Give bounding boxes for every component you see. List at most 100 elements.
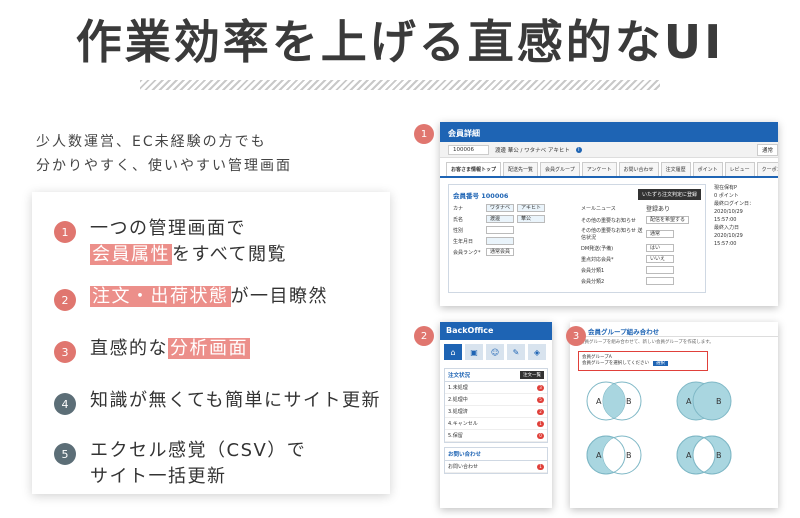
users-icon[interactable]: ☺ — [486, 344, 504, 360]
tab-group[interactable]: 会員グループ — [540, 162, 580, 176]
count-badge: 2 — [537, 408, 544, 415]
panel-title: お問い合わせ — [448, 452, 482, 458]
list-item[interactable]: 5.保留 0 — [445, 430, 547, 442]
select-button[interactable]: 選択 — [652, 361, 668, 366]
list-item[interactable]: 3.処理済 2 — [445, 406, 547, 418]
screen-title: 会員グループ組み合わせ — [570, 322, 778, 337]
feature-text: サイト一括更新 — [90, 466, 227, 487]
venn-label-b: B — [716, 451, 722, 460]
gender-select[interactable] — [486, 226, 514, 234]
tab-coupons[interactable]: クーポン — [756, 162, 778, 176]
dm-select[interactable]: はい — [646, 244, 674, 252]
group-select[interactable]: 会員グループを選択してください — [582, 361, 649, 366]
member-side-info: 現在保有P 0 ポイント 最終ログイン日： 2020/10/29 15:57:0… — [714, 184, 770, 293]
count-badge: 1 — [537, 420, 544, 427]
kana-last-input[interactable]: ワタナベ — [486, 204, 515, 212]
venn-difference-option[interactable]: A B — [580, 431, 648, 479]
box-icon[interactable]: ◈ — [528, 344, 546, 360]
side-text: 0 ポイント — [714, 193, 739, 199]
page-title: 作業効率を上げる直感的なUI — [75, 15, 725, 69]
fraud-register-button[interactable]: いたずら注文判定に登録 — [637, 189, 701, 200]
kana-first-input[interactable]: アキヒト — [517, 204, 546, 212]
tab-orders[interactable]: 注文履歴 — [660, 162, 691, 176]
intro-line: 分かりやすく、使いやすい管理画面 — [36, 158, 292, 174]
count-badge: 1 — [537, 463, 544, 470]
tab-reviews[interactable]: レビュー — [724, 162, 755, 176]
side-text: 2020/10/29 — [714, 209, 743, 215]
feature-item-3: 3 直感的な 分析画面 — [54, 336, 250, 363]
venn-label-a: A — [596, 451, 602, 460]
list-item[interactable]: お問い合わせ 1 — [445, 461, 547, 473]
venn-label-a: A — [686, 451, 692, 460]
list-item[interactable]: 1.未処理 3 — [445, 382, 547, 394]
order-status-panel: 注文状況 注文一覧 1.未処理 3 2.処理中 5 3.処理済 2 4.キャンセル 1 … — [444, 368, 548, 443]
intro-text: 少人数運営、EC未経験の方でも 分かりやすく、使いやすい管理画面 — [36, 130, 292, 178]
rank-select[interactable]: 通常会員 — [486, 248, 515, 256]
member-form: 会員番号 100006 いたずら注文判定に登録 カナ ワタナベ アキヒト 氏名 渡邊華… — [448, 184, 706, 293]
birthdate-input[interactable] — [486, 237, 514, 245]
field-label: 性別 — [453, 227, 464, 234]
venn-label-a: A — [596, 397, 602, 406]
feature-text: 一つの管理画面で — [90, 218, 246, 239]
screenshot-badge: 1 — [414, 124, 434, 144]
venn-exclusive-option[interactable]: A B — [670, 431, 738, 479]
tab-top[interactable]: お客さま情報トップ — [446, 162, 502, 176]
info-icon[interactable]: i — [575, 146, 582, 153]
venn-union-option[interactable]: A B — [670, 377, 738, 425]
field-label: カナ — [453, 205, 464, 212]
venn-label-b: B — [626, 397, 632, 406]
priority-select[interactable]: いいえ — [646, 255, 674, 263]
field-label: 重点対応会員* — [581, 256, 614, 263]
tab-shipping[interactable]: 配送先一覧 — [503, 162, 539, 176]
field-label: 会員分類1 — [581, 267, 605, 274]
panel-title: 注文状況 — [448, 373, 471, 379]
venn-label-b: B — [716, 397, 722, 406]
home-icon[interactable]: ⌂ — [444, 344, 462, 360]
feature-text: 知識が無くても簡単にサイト更新 — [90, 390, 382, 411]
feature-text: をすべて閲覧 — [172, 244, 288, 265]
form-title: 会員番号 100006 — [453, 191, 509, 200]
member-id-field[interactable]: 100006 — [448, 144, 489, 155]
intro-line: 少人数運営、EC未経験の方でも — [36, 134, 267, 150]
venn-intersection-option[interactable]: A B — [580, 377, 648, 425]
list-item[interactable]: 4.キャンセル 1 — [445, 418, 547, 430]
edit-icon[interactable]: ✎ — [507, 344, 525, 360]
list-item[interactable]: 2.処理中 5 — [445, 394, 547, 406]
group-select-box: 会員グループA 会員グループを選択してください 選択 — [578, 351, 708, 371]
item-label: 2.処理中 — [448, 397, 468, 403]
item-label: お問い合わせ — [448, 464, 479, 470]
notice-select[interactable]: 配信を希望する — [646, 216, 690, 224]
tab-inquiry[interactable]: お問い合わせ — [618, 162, 659, 176]
tab-survey[interactable]: アンケート — [581, 162, 617, 176]
notice-status-select[interactable]: 通常 — [646, 230, 674, 238]
feature-item-2: 2 注文・出荷状態 が一目瞭然 — [54, 284, 328, 311]
field-label: 生年月日 — [453, 238, 474, 245]
tab-points[interactable]: ポイント — [692, 162, 723, 176]
field-label: 会員ランク* — [453, 249, 481, 256]
name-last-input[interactable]: 渡邊 — [486, 215, 514, 223]
side-text: 現在保有P — [714, 185, 738, 191]
field-label: その他の重要なお知らせ — [581, 217, 636, 224]
number-badge: 5 — [54, 443, 76, 465]
field-value: 登録あり — [646, 206, 671, 213]
status-select[interactable]: 通常 — [756, 143, 778, 156]
feature-text: が一目瞭然 — [230, 286, 328, 307]
feature-highlight: 分析画面 — [168, 338, 250, 359]
field-label: 氏名 — [453, 216, 464, 223]
backoffice-toolbar: ⌂ ▣ ☺ ✎ ◈ — [440, 340, 552, 364]
item-label: 3.処理済 — [448, 409, 468, 415]
feature-item-5: 5 エクセル感覚（CSV）で サイト一括更新 — [54, 438, 306, 490]
item-label: 1.未処理 — [448, 385, 468, 391]
venn-label-a: A — [686, 397, 692, 406]
screen-title: BackOffice — [440, 322, 552, 340]
name-first-input[interactable]: 華公 — [517, 215, 545, 223]
side-text: 最終入力日 — [714, 225, 740, 231]
cart-icon[interactable]: ▣ — [465, 344, 483, 360]
class1-select[interactable] — [646, 266, 674, 274]
number-badge: 1 — [54, 221, 76, 243]
order-list-button[interactable]: 注文一覧 — [520, 371, 544, 379]
venn-options: A B A B A B A B — [570, 373, 778, 483]
feature-item-4: 4 知識が無くても簡単にサイト更新 — [54, 388, 381, 415]
class2-select[interactable] — [646, 277, 674, 285]
count-badge: 0 — [537, 432, 544, 439]
